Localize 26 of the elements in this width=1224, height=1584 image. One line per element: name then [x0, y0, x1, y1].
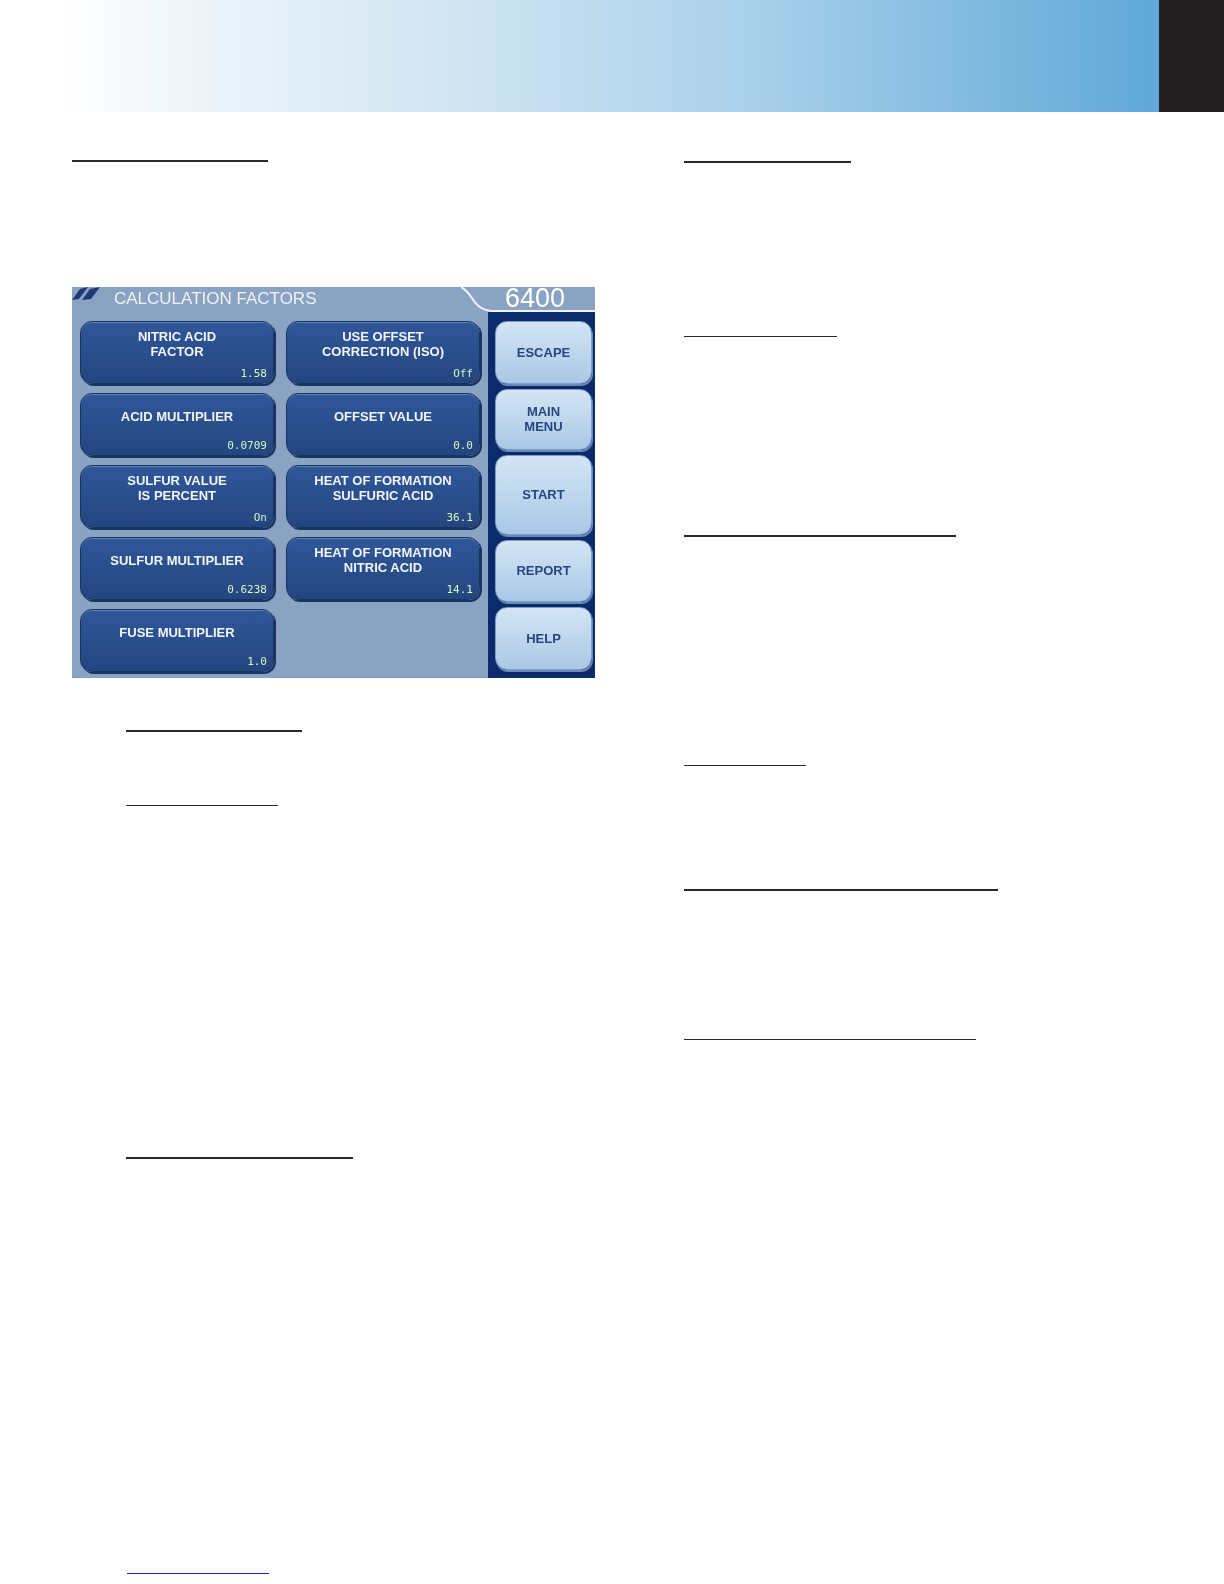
setting-value: 0.0709 [227, 438, 267, 452]
setting-value: Off [453, 366, 473, 380]
setting-value: On [253, 510, 267, 524]
screen-title: CALCULATION FACTORS [114, 289, 317, 309]
setting-value: 1.0 [247, 654, 267, 668]
curve-line-icon [461, 286, 491, 312]
setting-value: 1.58 [240, 366, 267, 380]
menu-button[interactable]: HELP [495, 606, 592, 670]
menu-button[interactable]: REPORT [495, 539, 592, 602]
setting-button[interactable]: OFFSET VALUE 0.0 [286, 392, 480, 456]
setting-button[interactable]: HEAT OF FORMATION SULFURIC ACID 36.1 [286, 464, 480, 528]
menu-button[interactable]: ESCAPE [495, 320, 592, 384]
setting-value: 0.6238 [227, 582, 267, 596]
setting-button[interactable]: FUSE MULTIPLIER 1.0 [80, 608, 274, 672]
setting-value: 14.1 [446, 582, 473, 596]
menu-button[interactable]: MAIN MENU [495, 388, 592, 450]
setting-button[interactable]: HEAT OF FORMATION NITRIC ACID 14.1 [286, 536, 480, 600]
setting-button[interactable]: SULFUR VALUE IS PERCENT On [80, 464, 274, 528]
stripe-logo-icon [72, 286, 100, 300]
menu-button[interactable]: START [495, 454, 592, 535]
setting-value: 0.0 [453, 438, 473, 452]
setting-value: 36.1 [446, 510, 473, 524]
setting-button[interactable]: ACID MULTIPLIER 0.0709 [80, 392, 274, 456]
setting-button[interactable]: USE OFFSET CORRECTION (ISO) Off [286, 320, 480, 384]
setting-button[interactable]: NITRIC ACID FACTOR 1.58 [80, 320, 274, 384]
setting-button[interactable]: SULFUR MULTIPLIER 0.6238 [80, 536, 274, 600]
